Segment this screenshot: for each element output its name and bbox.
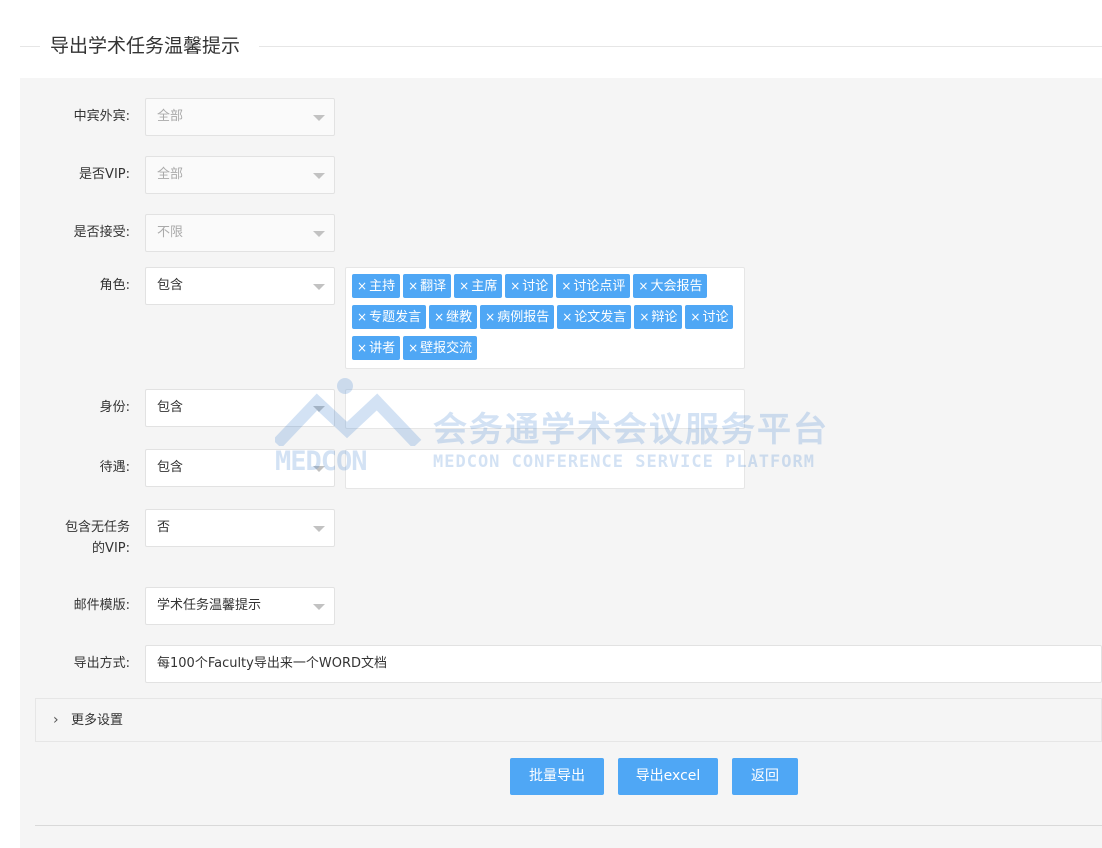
- role-tag-label: 讨论点评: [573, 279, 626, 294]
- identity-mode-value: 包含: [157, 400, 184, 415]
- identity-tag-box[interactable]: [345, 389, 745, 429]
- guest-type-select[interactable]: 全部: [145, 98, 335, 136]
- remove-tag-icon[interactable]: ×: [639, 310, 649, 324]
- role-tag-label: 大会报告: [650, 279, 703, 294]
- role-tag-label: 主席: [471, 279, 498, 294]
- role-tag-label: 主持: [369, 279, 396, 294]
- remove-tag-icon[interactable]: ×: [510, 279, 520, 293]
- mail-template-value: 学术任务温馨提示: [157, 598, 262, 613]
- identity-mode-select[interactable]: 包含: [145, 389, 335, 427]
- role-tag[interactable]: × 讨论: [685, 305, 734, 329]
- dropdown-arrow-icon: [313, 115, 325, 121]
- treatment-mode-value: 包含: [157, 460, 184, 475]
- role-tag[interactable]: × 专题发言: [352, 305, 427, 329]
- export-excel-button[interactable]: 导出excel: [618, 758, 718, 795]
- back-button[interactable]: 返回: [732, 758, 798, 795]
- bottom-divider: [35, 825, 1102, 826]
- dropdown-arrow-icon: [313, 604, 325, 610]
- remove-tag-icon[interactable]: ×: [690, 310, 700, 324]
- dropdown-arrow-icon: [313, 173, 325, 179]
- role-tag[interactable]: × 翻译: [403, 274, 452, 298]
- role-tag-label: 讨论: [702, 310, 729, 325]
- is-vip-value: 全部: [157, 167, 184, 182]
- batch-export-button[interactable]: 批量导出: [510, 758, 604, 795]
- accepted-select[interactable]: 不限: [145, 214, 335, 252]
- dropdown-arrow-icon: [313, 466, 325, 472]
- role-tag[interactable]: × 论文发言: [557, 305, 632, 329]
- dropdown-arrow-icon: [313, 284, 325, 290]
- role-tag-label: 论文发言: [574, 310, 627, 325]
- remove-tag-icon[interactable]: ×: [434, 310, 444, 324]
- role-label: 角色:: [99, 278, 130, 293]
- export-mode-value: 每100个Faculty导出来一个WORD文档: [157, 656, 387, 671]
- treatment-tag-box[interactable]: [345, 449, 745, 489]
- role-tag[interactable]: × 主席: [454, 274, 503, 298]
- export-mode-select[interactable]: 每100个Faculty导出来一个WORD文档: [145, 645, 1102, 683]
- role-tag[interactable]: × 讨论点评: [556, 274, 631, 298]
- dropdown-arrow-icon: [313, 231, 325, 237]
- role-tag-label: 讨论: [522, 279, 549, 294]
- page-title: 导出学术任务温馨提示: [50, 35, 241, 57]
- role-tag-list: × 主持 × 翻译 × 主席 × 讨论 × 讨论点评 × 大会报告× 专题发言 × 继教 × 病例报告 × 论文发言…: [352, 274, 738, 367]
- is-vip-label: 是否VIP:: [79, 167, 130, 182]
- role-tag-label: 继教: [446, 310, 473, 325]
- export-mode-label: 导出方式:: [73, 656, 130, 671]
- role-tag[interactable]: × 壁报交流: [403, 336, 478, 360]
- guest-type-label: 中宾外宾:: [73, 109, 130, 124]
- remove-tag-icon[interactable]: ×: [561, 279, 571, 293]
- role-tag[interactable]: × 主持: [352, 274, 401, 298]
- remove-tag-icon[interactable]: ×: [459, 279, 469, 293]
- include-vip-label-line2: 的VIP:: [92, 541, 130, 556]
- accepted-label: 是否接受:: [73, 225, 130, 240]
- include-vip-label-line1: 包含无任务: [64, 520, 130, 535]
- guest-type-value: 全部: [157, 109, 184, 124]
- role-tag[interactable]: × 病例报告: [480, 305, 555, 329]
- include-vip-select[interactable]: 否: [145, 509, 335, 547]
- include-vip-value: 否: [157, 520, 171, 535]
- role-tag[interactable]: × 讲者: [352, 336, 401, 360]
- is-vip-select[interactable]: 全部: [145, 156, 335, 194]
- identity-label: 身份:: [99, 400, 130, 415]
- role-tag-label: 病例报告: [497, 310, 550, 325]
- remove-tag-icon[interactable]: ×: [357, 310, 367, 324]
- accepted-value: 不限: [157, 225, 184, 240]
- role-tag[interactable]: × 讨论: [505, 274, 554, 298]
- role-tag-box[interactable]: × 主持 × 翻译 × 主席 × 讨论 × 讨论点评 × 大会报告× 专题发言 × 继教 × 病例报告 × 论文发言…: [345, 267, 745, 369]
- mail-template-select[interactable]: 学术任务温馨提示: [145, 587, 335, 625]
- role-tag-label: 翻译: [420, 279, 447, 294]
- mail-template-label: 邮件模版:: [73, 598, 130, 613]
- fieldset-line-left: [20, 46, 40, 47]
- remove-tag-icon[interactable]: ×: [408, 279, 418, 293]
- dropdown-arrow-icon: [313, 526, 325, 532]
- role-tag-label: 专题发言: [369, 310, 422, 325]
- more-settings-toggle[interactable]: › 更多设置: [35, 698, 1102, 742]
- remove-tag-icon[interactable]: ×: [485, 310, 495, 324]
- remove-tag-icon[interactable]: ×: [408, 341, 418, 355]
- role-tag[interactable]: × 大会报告: [633, 274, 708, 298]
- role-tag[interactable]: × 继教: [429, 305, 478, 329]
- treatment-mode-select[interactable]: 包含: [145, 449, 335, 487]
- role-tag-label: 辩论: [651, 310, 678, 325]
- remove-tag-icon[interactable]: ×: [357, 341, 367, 355]
- remove-tag-icon[interactable]: ×: [638, 279, 648, 293]
- fieldset-line-right: [259, 46, 1102, 47]
- dropdown-arrow-icon: [313, 406, 325, 412]
- role-mode-value: 包含: [157, 278, 184, 293]
- more-settings-label: 更多设置: [71, 713, 124, 728]
- remove-tag-icon[interactable]: ×: [357, 279, 367, 293]
- role-tag-label: 讲者: [369, 341, 396, 356]
- role-tag-label: 壁报交流: [420, 341, 473, 356]
- role-tag[interactable]: × 辩论: [634, 305, 683, 329]
- treatment-label: 待遇:: [99, 460, 130, 475]
- role-mode-select[interactable]: 包含: [145, 267, 335, 305]
- chevron-right-icon: ›: [53, 712, 59, 728]
- include-vip-label: 包含无任务 的VIP:: [20, 519, 130, 558]
- remove-tag-icon[interactable]: ×: [562, 310, 572, 324]
